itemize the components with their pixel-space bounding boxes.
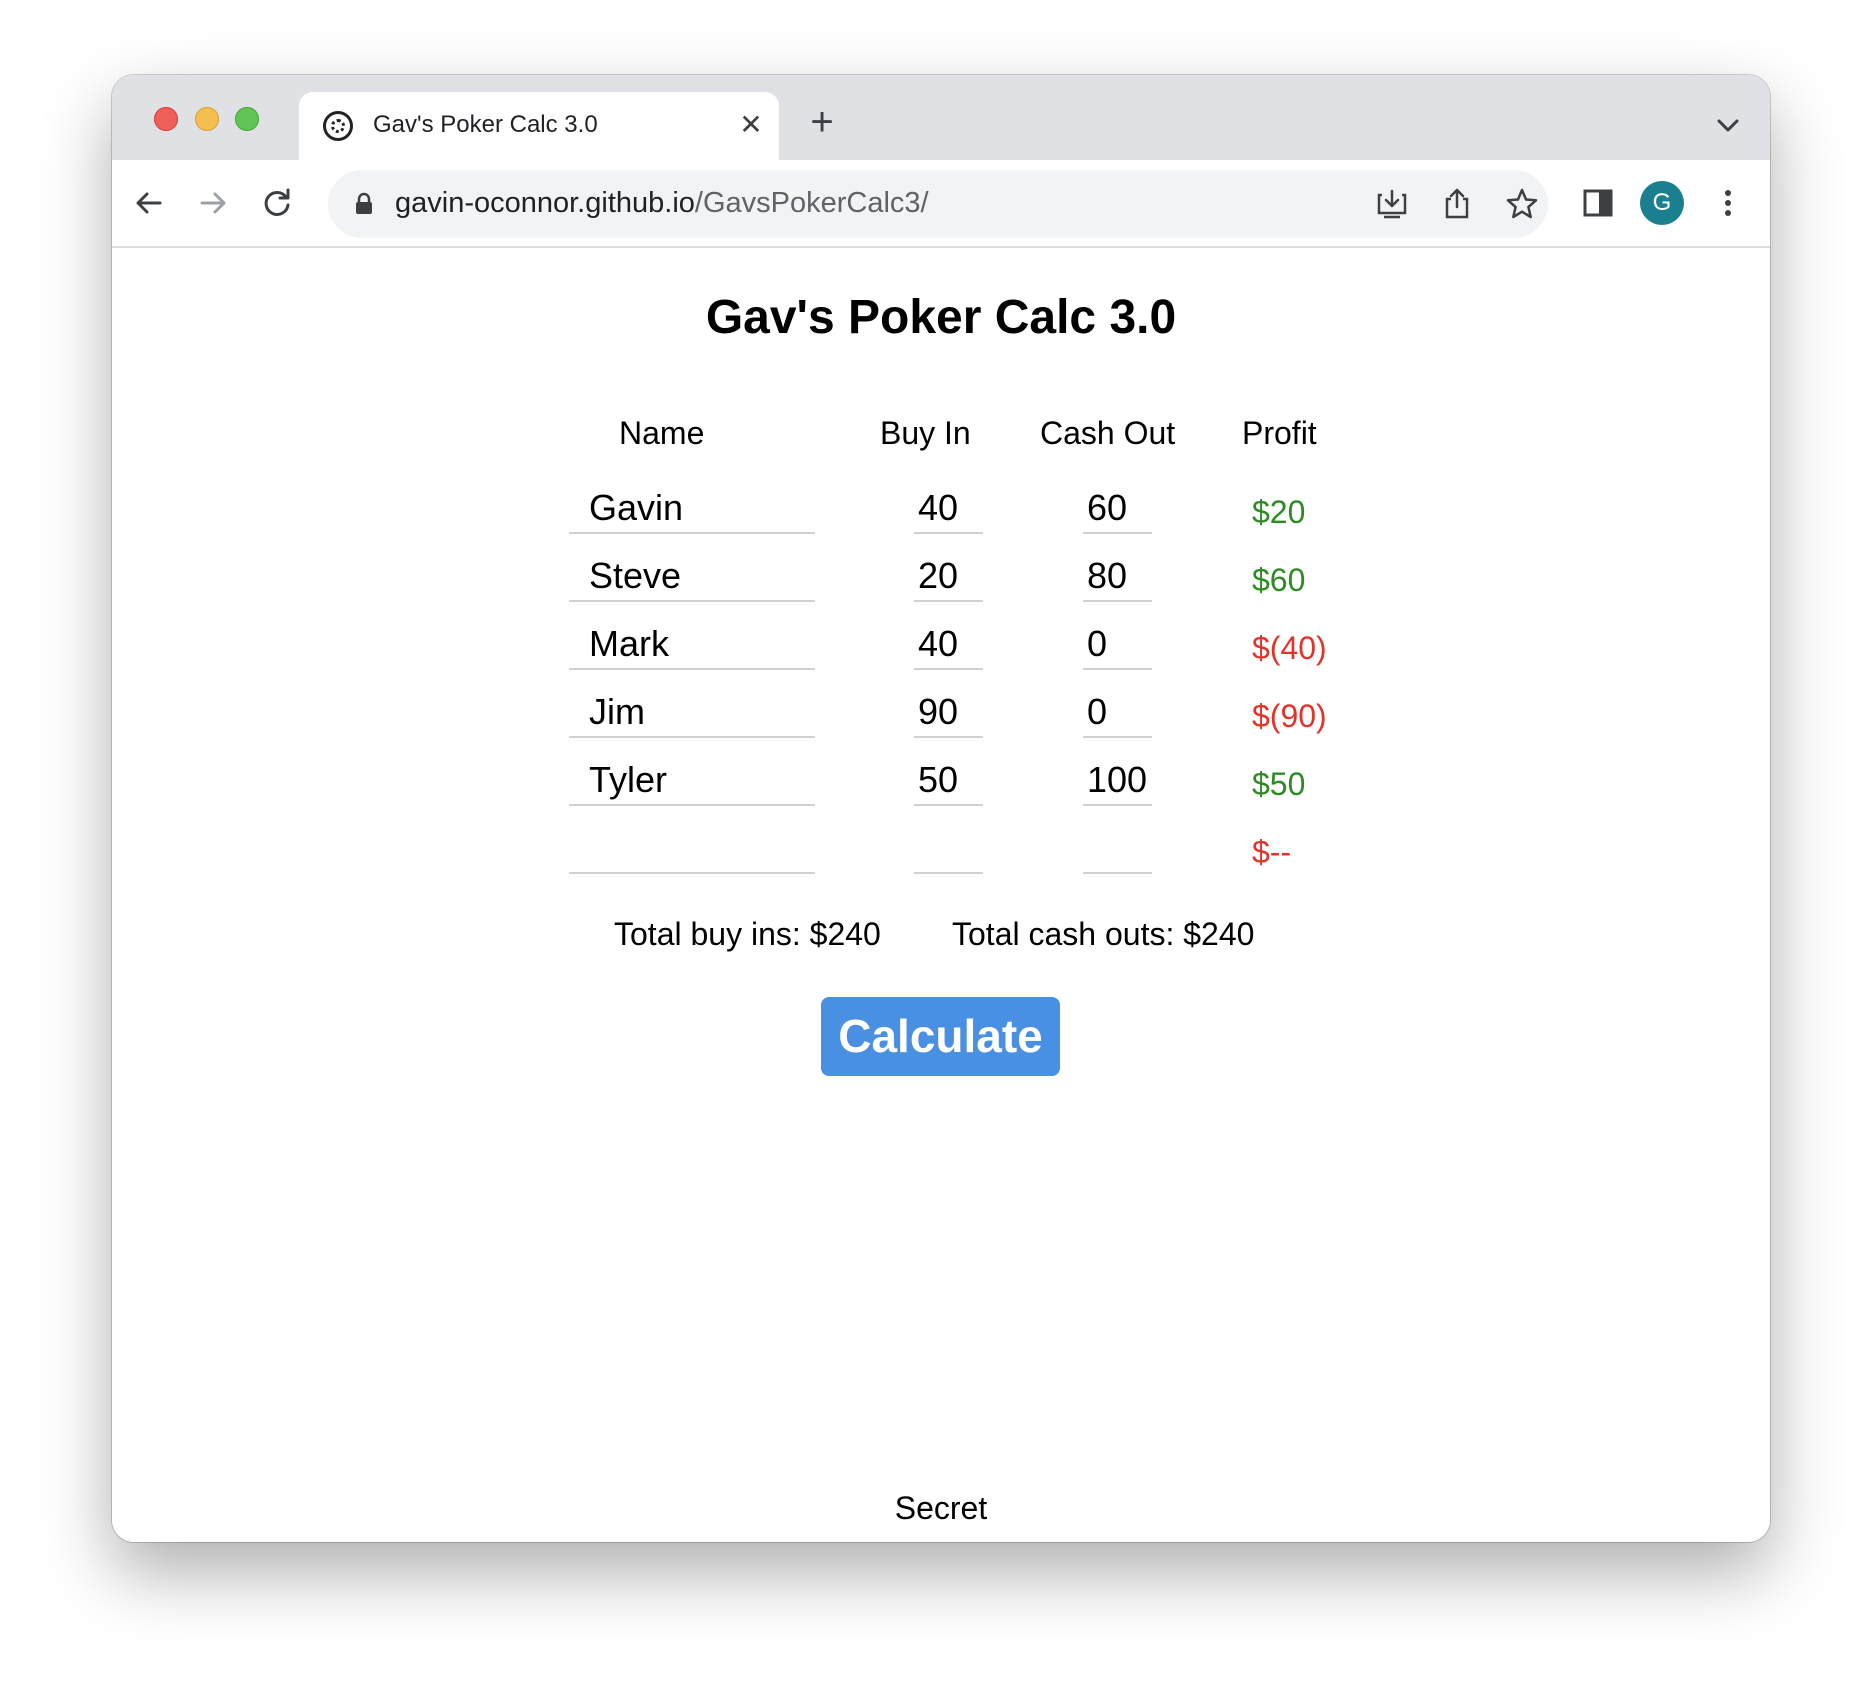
tab-active[interactable]: Gav's Poker Calc 3.0 ✕ [299, 92, 779, 160]
buy-in-input[interactable] [914, 484, 983, 534]
side-panel-icon[interactable] [1576, 181, 1620, 225]
total-cash-outs: Total cash outs: $240 [952, 916, 1255, 952]
close-tab-button[interactable]: ✕ [735, 106, 767, 144]
column-header-name: Name [619, 415, 705, 451]
buy-in-input[interactable] [914, 620, 983, 670]
name-input[interactable] [569, 756, 815, 806]
name-input[interactable] [569, 824, 815, 874]
player-row: $60 [112, 552, 1770, 620]
player-row: $(40) [112, 620, 1770, 688]
profit-value: $(40) [1252, 630, 1327, 666]
name-input[interactable] [569, 552, 815, 602]
player-row: $50 [112, 756, 1770, 824]
browser-toolbar: gavin-oconnor.github.io/GavsPokerCalc3/ … [112, 160, 1770, 248]
profit-value: $60 [1252, 562, 1306, 598]
total-buy-ins: Total buy ins: $240 [614, 916, 881, 952]
minimize-window-button[interactable] [195, 107, 219, 131]
cash-out-input[interactable] [1083, 688, 1152, 738]
column-header-buy-in: Buy In [880, 415, 971, 451]
poker-chip-icon [323, 111, 353, 141]
page-content: Gav's Poker Calc 3.0 Name Buy In Cash Ou… [112, 248, 1770, 1542]
reload-icon[interactable] [255, 181, 299, 225]
cash-out-input[interactable] [1083, 756, 1152, 806]
browser-window: Gav's Poker Calc 3.0 ✕ + gavin-oconnor.g… [112, 75, 1770, 1542]
secret-link[interactable]: Secret [112, 1490, 1770, 1527]
buy-in-input[interactable] [914, 824, 983, 874]
profit-value: $-- [1252, 834, 1292, 870]
tab-list-chevron-icon[interactable] [1712, 109, 1744, 141]
player-row-empty: $-- [112, 824, 1770, 892]
share-icon[interactable] [1439, 186, 1475, 222]
install-icon[interactable] [1374, 186, 1410, 222]
url-path: /GavsPokerCalc3/ [694, 187, 929, 219]
profit-value: $(90) [1252, 698, 1327, 734]
url-text[interactable]: gavin-oconnor.github.io/GavsPokerCalc3/ [395, 187, 929, 220]
kebab-menu-icon[interactable] [1706, 181, 1750, 225]
new-tab-button[interactable]: + [802, 102, 842, 144]
buy-in-input[interactable] [914, 756, 983, 806]
column-header-profit: Profit [1242, 415, 1317, 451]
address-bar[interactable]: gavin-oconnor.github.io/GavsPokerCalc3/ [328, 170, 1548, 238]
profit-value: $50 [1252, 766, 1306, 802]
tab-strip: Gav's Poker Calc 3.0 ✕ + [112, 75, 1770, 160]
forward-arrow-icon[interactable] [191, 181, 235, 225]
cash-out-input[interactable] [1083, 620, 1152, 670]
page-title: Gav's Poker Calc 3.0 [705, 291, 1177, 344]
cash-out-input[interactable] [1083, 824, 1152, 874]
buy-in-input[interactable] [914, 688, 983, 738]
name-input[interactable] [569, 620, 815, 670]
profile-avatar[interactable]: G [1640, 181, 1684, 225]
profit-value: $20 [1252, 494, 1306, 530]
cash-out-input[interactable] [1083, 484, 1152, 534]
name-input[interactable] [569, 688, 815, 738]
maximize-window-button[interactable] [235, 107, 259, 131]
close-window-button[interactable] [154, 107, 178, 131]
calculate-button[interactable]: Calculate [821, 997, 1060, 1076]
tab-title: Gav's Poker Calc 3.0 [373, 111, 598, 138]
bookmark-star-icon[interactable] [1504, 186, 1540, 222]
player-row: $20 [112, 484, 1770, 552]
url-host: gavin-oconnor.github.io [395, 187, 695, 219]
player-row: $(90) [112, 688, 1770, 756]
lock-icon[interactable] [354, 192, 374, 216]
back-arrow-icon[interactable] [127, 181, 171, 225]
buy-in-input[interactable] [914, 552, 983, 602]
cash-out-input[interactable] [1083, 552, 1152, 602]
name-input[interactable] [569, 484, 815, 534]
column-header-cash-out: Cash Out [1040, 415, 1176, 451]
